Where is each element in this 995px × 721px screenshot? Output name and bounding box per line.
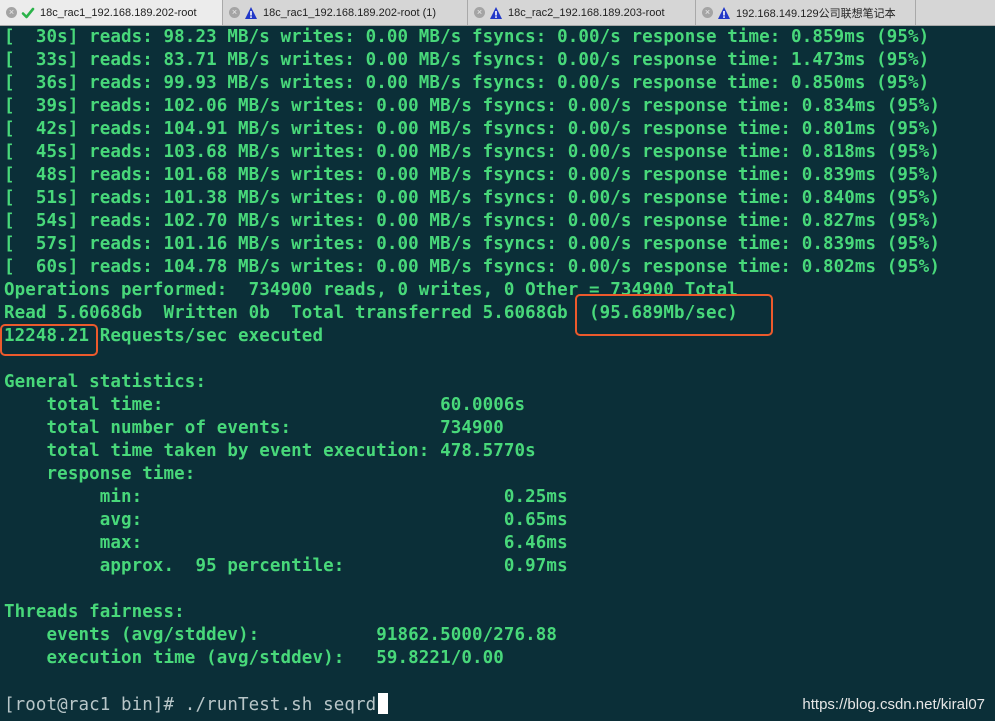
shell-prompt-line[interactable]: [root@rac1 bin]# ./runTest.sh seqrd bbox=[4, 693, 940, 716]
terminal-line: events (avg/stddev): 91862.5000/276.88 bbox=[4, 625, 558, 645]
terminal-line: [ 36s] reads: 99.93 MB/s writes: 0.00 MB… bbox=[4, 73, 930, 93]
terminal-line: [ 60s] reads: 104.78 MB/s writes: 0.00 M… bbox=[4, 257, 940, 277]
terminal-line: [ 54s] reads: 102.70 MB/s writes: 0.00 M… bbox=[4, 211, 940, 231]
close-icon[interactable]: × bbox=[229, 7, 240, 18]
terminal-line: response time: bbox=[4, 464, 196, 484]
terminal-output: [ 30s] reads: 98.23 MB/s writes: 0.00 MB… bbox=[4, 26, 940, 716]
watermark: https://blog.csdn.net/kiral07 bbox=[802, 696, 985, 713]
tab-label: 18c_rac1_192.168.189.202-root bbox=[40, 6, 197, 19]
throughput-highlight-box bbox=[575, 294, 773, 336]
check-icon bbox=[21, 6, 35, 20]
terminal-line: General statistics: bbox=[4, 372, 207, 392]
tab-bar: × 18c_rac1_192.168.189.202-root × 18c_ra… bbox=[0, 0, 995, 26]
terminal-line: Operations performed: 734900 reads, 0 wr… bbox=[4, 280, 738, 300]
requests-highlight-box bbox=[0, 324, 98, 356]
tab-rac1-root[interactable]: × 18c_rac1_192.168.189.202-root bbox=[0, 0, 223, 25]
terminal-line: total time: 60.0006s bbox=[4, 395, 526, 415]
text-cursor bbox=[378, 693, 389, 714]
terminal-line: [ 39s] reads: 102.06 MB/s writes: 0.00 M… bbox=[4, 96, 940, 116]
terminal-line: [ 45s] reads: 103.68 MB/s writes: 0.00 M… bbox=[4, 142, 940, 162]
close-icon[interactable]: × bbox=[474, 7, 485, 18]
terminal-line: [ 57s] reads: 101.16 MB/s writes: 0.00 M… bbox=[4, 234, 940, 254]
terminal-line: [ 48s] reads: 101.68 MB/s writes: 0.00 M… bbox=[4, 165, 940, 185]
close-icon[interactable]: × bbox=[702, 7, 713, 18]
terminal-line: [ 51s] reads: 101.38 MB/s writes: 0.00 M… bbox=[4, 188, 940, 208]
tab-lenovo-notebook[interactable]: × 192.168.149.129公司联想笔记本 bbox=[696, 0, 916, 25]
terminal-line: [ 42s] reads: 104.91 MB/s writes: 0.00 M… bbox=[4, 119, 940, 139]
terminal-line: total number of events: 734900 bbox=[4, 418, 504, 438]
terminal-line: Read 5.6068Gb Written 0b Total transferr… bbox=[4, 303, 738, 323]
tab-rac1-root-1[interactable]: × 18c_rac1_192.168.189.202-root (1) bbox=[223, 0, 468, 25]
shell-prompt: [root@rac1 bin]# ./runTest.sh seqrd bbox=[4, 695, 377, 715]
terminal-line: [ 33s] reads: 83.71 MB/s writes: 0.00 MB… bbox=[4, 50, 930, 70]
tab-label: 18c_rac2_192.168.189.203-root bbox=[508, 6, 665, 19]
terminal-window[interactable]: [ 30s] reads: 98.23 MB/s writes: 0.00 MB… bbox=[0, 26, 995, 721]
terminal-line: max: 6.46ms bbox=[4, 533, 568, 553]
terminal-line: 12248.21 Requests/sec executed bbox=[4, 326, 324, 346]
terminal-line: [ 30s] reads: 98.23 MB/s writes: 0.00 MB… bbox=[4, 27, 930, 47]
tab-label: 192.168.149.129公司联想笔记本 bbox=[736, 7, 896, 20]
close-icon[interactable]: × bbox=[6, 7, 17, 18]
terminal-line: avg: 0.65ms bbox=[4, 510, 568, 530]
tab-rac2-root[interactable]: × 18c_rac2_192.168.189.203-root bbox=[468, 0, 696, 25]
warning-icon bbox=[489, 6, 503, 20]
terminal-line: Threads fairness: bbox=[4, 602, 185, 622]
terminal-line: total time taken by event execution: 478… bbox=[4, 441, 536, 461]
terminal-line: min: 0.25ms bbox=[4, 487, 568, 507]
terminal-line: execution time (avg/stddev): 59.8221/0.0… bbox=[4, 648, 504, 668]
tab-label: 18c_rac1_192.168.189.202-root (1) bbox=[263, 6, 437, 19]
terminal-line: approx. 95 percentile: 0.97ms bbox=[4, 556, 568, 576]
warning-icon bbox=[244, 6, 258, 20]
warning-icon bbox=[717, 6, 731, 20]
